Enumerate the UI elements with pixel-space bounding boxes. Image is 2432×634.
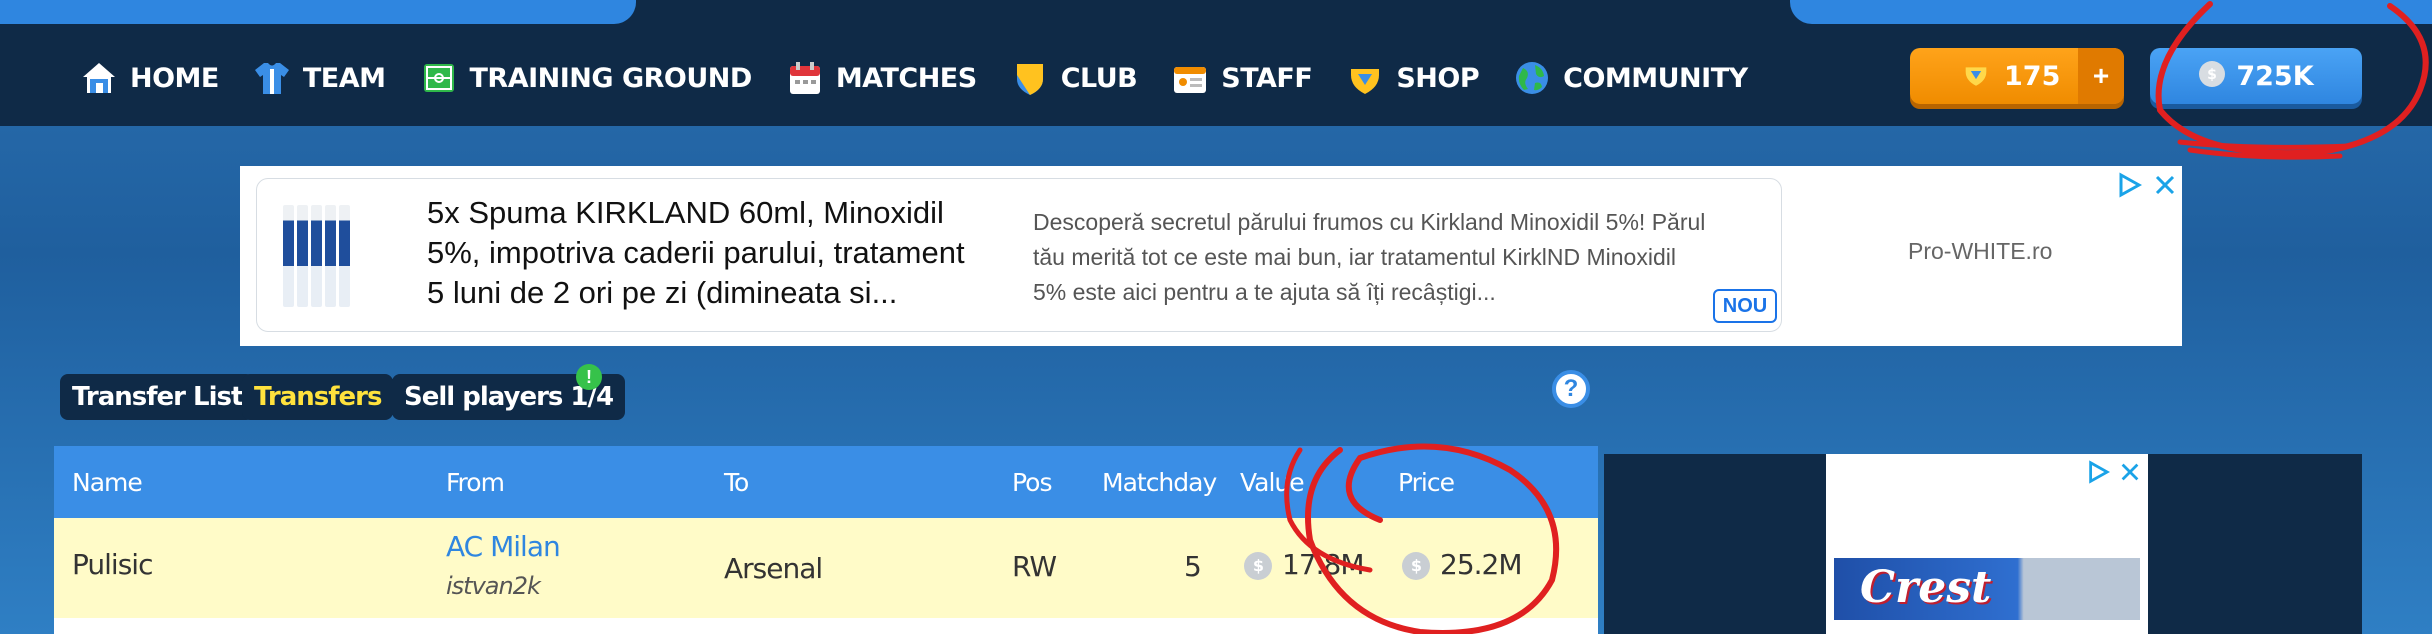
nav-item-team[interactable]: TEAM	[253, 54, 386, 102]
top-right-panel	[1790, 0, 2432, 24]
close-icon[interactable]	[2118, 460, 2142, 489]
value-amount: 17.8M	[1282, 548, 1365, 581]
annotation-underline-coins	[2177, 139, 2353, 160]
gems-count: 175	[2004, 60, 2061, 92]
gems-balance-button[interactable]: 175 +	[1910, 48, 2124, 104]
coin-icon: $	[1402, 552, 1430, 580]
notification-badge: !	[576, 364, 602, 390]
price-cell: $25.2M	[1402, 548, 1523, 581]
ad-product-image	[283, 205, 353, 307]
nav-label-home: HOME	[130, 62, 219, 94]
col-value[interactable]: Value	[1240, 468, 1305, 497]
nav-label-community: COMMUNITY	[1563, 62, 1748, 94]
gem-icon	[1962, 60, 1990, 93]
top-left-panel	[0, 0, 636, 24]
help-button[interactable]: ?	[1552, 370, 1590, 408]
pitch-icon	[420, 59, 458, 97]
globe-icon	[1513, 59, 1551, 97]
table-row[interactable]	[54, 618, 1598, 634]
shield-icon	[1011, 59, 1049, 97]
ad-card[interactable]: 5x Spuma KIRKLAND 60ml, Minoxidil 5%, im…	[256, 178, 1782, 332]
nav-item-community[interactable]: COMMUNITY	[1513, 54, 1748, 102]
ad-new-badge: NOU	[1713, 289, 1777, 323]
matchday: 5	[1184, 550, 1202, 583]
home-icon	[80, 59, 118, 97]
close-icon[interactable]	[2152, 172, 2178, 203]
tab-transfer-list[interactable]: Transfer List	[60, 374, 255, 420]
ad-choices-icon[interactable]	[2116, 172, 2143, 203]
calendar-icon	[786, 59, 824, 97]
add-gems-button[interactable]: +	[2078, 48, 2124, 104]
position: RW	[1012, 550, 1057, 583]
coins-count: 725K	[2236, 60, 2314, 92]
tab-transfers[interactable]: Transfers	[242, 374, 394, 420]
col-price[interactable]: Price	[1398, 468, 1455, 497]
side-ad[interactable]: Crest	[1826, 454, 2148, 634]
nav-item-training-ground[interactable]: TRAINING GROUND	[420, 54, 752, 102]
crest-logo: Crest	[1860, 562, 1992, 613]
nav-label-shop: SHOP	[1396, 62, 1480, 94]
nav-label-staff: STAFF	[1221, 62, 1313, 94]
ad-banner[interactable]: 5x Spuma KIRKLAND 60ml, Minoxidil 5%, im…	[240, 166, 2182, 346]
col-pos[interactable]: Pos	[1012, 468, 1053, 497]
ad-title[interactable]: 5x Spuma KIRKLAND 60ml, Minoxidil 5%, im…	[427, 193, 987, 313]
from-club-link[interactable]: AC Milan	[446, 530, 561, 563]
nav-item-club[interactable]: CLUB	[1011, 54, 1138, 102]
nav-label-team: TEAM	[302, 62, 386, 94]
col-to[interactable]: To	[724, 468, 749, 497]
col-matchday[interactable]: Matchday	[1102, 468, 1217, 497]
side-ad-panel: Crest	[1604, 454, 2362, 634]
nav-label-matches: MATCHES	[835, 62, 977, 94]
ad-choices-icon[interactable]	[2086, 460, 2111, 489]
nav-item-shop[interactable]: SHOP	[1346, 54, 1480, 102]
ad-brand[interactable]: Pro-WHITE.ro	[1908, 238, 2052, 265]
ad-controls	[2116, 172, 2178, 203]
table-header: Name From To Pos Matchday Value Price	[54, 446, 1598, 518]
svg-text:$: $	[2207, 67, 2217, 83]
coin-icon: $	[2198, 60, 2226, 93]
player-name: Pulisic	[72, 548, 153, 581]
price-amount: 25.2M	[1440, 548, 1523, 581]
to-club: Arsenal	[724, 552, 823, 585]
nav-items: HOME TEAM TRAINING GROUND MATCHES CLUB S…	[80, 54, 1782, 102]
coins-balance-button[interactable]: $ 725K	[2150, 48, 2362, 104]
col-from[interactable]: From	[446, 468, 505, 497]
top-strip	[0, 0, 2432, 30]
crest-product-image: Crest	[1834, 558, 2140, 620]
nav-item-staff[interactable]: STAFF	[1171, 54, 1313, 102]
nav-label-training-ground: TRAINING GROUND	[469, 62, 753, 94]
jersey-icon	[253, 59, 291, 97]
from-user: istvan2k	[446, 572, 541, 600]
id-card-icon	[1171, 59, 1209, 97]
value-cell: $17.8M	[1244, 548, 1365, 581]
gem-icon	[1346, 59, 1384, 97]
coin-icon: $	[1244, 552, 1272, 580]
ad-description: Descoperă secretul părului frumos cu Kir…	[1033, 209, 1706, 305]
transfers-table: Name From To Pos Matchday Value Price Pu…	[54, 446, 1598, 634]
table-row[interactable]: Pulisic AC Milan istvan2k Arsenal RW 5 $…	[54, 518, 1598, 618]
nav-item-home[interactable]: HOME	[80, 54, 219, 102]
nav-label-club: CLUB	[1060, 62, 1138, 94]
side-ad-controls	[2086, 460, 2142, 489]
col-name[interactable]: Name	[72, 468, 143, 497]
main-nav: HOME TEAM TRAINING GROUND MATCHES CLUB S…	[0, 30, 2432, 126]
nav-item-matches[interactable]: MATCHES	[786, 54, 977, 102]
